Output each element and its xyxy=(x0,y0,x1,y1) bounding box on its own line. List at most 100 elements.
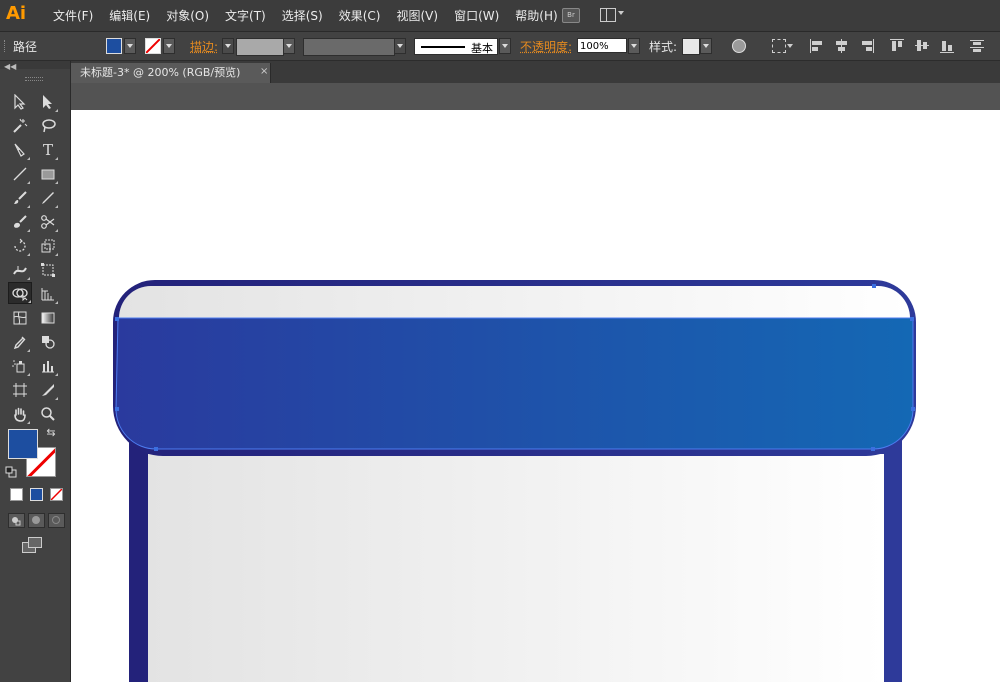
draw-inside-button[interactable] xyxy=(48,513,65,528)
column-graph-tool-icon[interactable] xyxy=(38,356,58,376)
anchor-point[interactable] xyxy=(154,447,158,451)
anchor-point[interactable] xyxy=(872,284,876,288)
opacity-field[interactable]: 100% xyxy=(577,38,627,53)
opacity-label[interactable]: 不透明度: xyxy=(520,38,572,55)
anchor-point[interactable] xyxy=(871,447,875,451)
layout-icon xyxy=(600,8,616,22)
opacity-dropdown[interactable] xyxy=(628,38,640,54)
align-bottom-icon[interactable] xyxy=(940,39,954,53)
shape-builder-tool-icon[interactable] xyxy=(8,282,32,304)
brush-dropdown[interactable] xyxy=(499,38,511,54)
menu-edit[interactable]: 编辑(E) xyxy=(101,7,158,24)
lasso-tool-icon[interactable] xyxy=(38,116,58,136)
align-right-icon[interactable] xyxy=(860,39,874,53)
gradient-mode-button[interactable] xyxy=(30,488,43,501)
scale-tool-icon[interactable] xyxy=(38,236,58,256)
slice-tool-icon[interactable] xyxy=(38,380,58,400)
fill-color-box[interactable] xyxy=(8,429,38,459)
line-segment-tool-icon[interactable] xyxy=(10,164,30,184)
stroke-dropdown[interactable] xyxy=(163,38,175,54)
app-logo: Ai xyxy=(6,3,27,24)
document-tab[interactable]: 未标题-3* @ 200% (RGB/预览) xyxy=(71,63,271,83)
direct-selection-tool-icon[interactable] xyxy=(38,92,58,112)
eyedropper-tool-icon[interactable] xyxy=(10,332,30,352)
control-bar-grip[interactable] xyxy=(4,40,7,52)
scissors-tool-icon[interactable] xyxy=(38,212,58,232)
symbol-sprayer-tool-icon[interactable] xyxy=(10,356,30,376)
lid-blue-band[interactable] xyxy=(115,318,914,450)
pasteboard xyxy=(71,83,1000,110)
menu-view[interactable]: 视图(V) xyxy=(388,7,446,24)
menu-help[interactable]: 帮助(H) xyxy=(507,7,565,24)
menu-effect[interactable]: 效果(C) xyxy=(331,7,389,24)
width-tool-icon[interactable] xyxy=(10,260,30,280)
hand-tool-icon[interactable] xyxy=(10,404,30,424)
document-tab-title: 未标题-3* @ 200% (RGB/预览) xyxy=(80,66,241,79)
color-mode-button[interactable] xyxy=(10,488,23,501)
perspective-grid-tool-icon[interactable] xyxy=(38,284,58,304)
brush-name: 基本 xyxy=(471,42,493,55)
variable-width-profile[interactable] xyxy=(303,38,395,56)
selection-tool-icon[interactable] xyxy=(10,92,30,112)
collapse-panel-icon[interactable]: ◀◀ xyxy=(4,62,16,71)
menu-select[interactable]: 选择(S) xyxy=(274,7,331,24)
align-horizontal-center-icon[interactable] xyxy=(835,39,849,53)
anchor-point[interactable] xyxy=(115,407,119,411)
artwork-svg xyxy=(113,280,916,682)
artboard-canvas[interactable] xyxy=(71,110,1000,682)
menu-type[interactable]: 文字(T) xyxy=(217,7,274,24)
stroke-weight-field[interactable] xyxy=(236,38,284,56)
variable-width-dropdown[interactable] xyxy=(394,38,406,54)
stroke-label[interactable]: 描边: xyxy=(190,38,218,55)
menu-bar: Ai 文件(F) 编辑(E) 对象(O) 文字(T) 选择(S) 效果(C) 视… xyxy=(0,0,1000,32)
pen-tool-icon[interactable] xyxy=(10,140,30,160)
stroke-swatch[interactable] xyxy=(145,38,161,54)
mesh-tool-icon[interactable] xyxy=(10,308,30,328)
paintbrush-tool-icon[interactable] xyxy=(10,188,30,208)
tools-panel-grip[interactable] xyxy=(25,77,43,81)
style-dropdown[interactable] xyxy=(700,38,712,54)
blend-tool-icon[interactable] xyxy=(38,332,58,352)
draw-behind-button[interactable] xyxy=(28,513,45,528)
type-tool-icon[interactable]: T xyxy=(38,140,58,160)
artboard-tool-icon[interactable] xyxy=(10,380,30,400)
menu-window[interactable]: 窗口(W) xyxy=(446,7,507,24)
box-body-fill[interactable] xyxy=(148,454,884,682)
anchor-point[interactable] xyxy=(910,317,914,321)
document-tab-bar: 未标题-3* @ 200% (RGB/预览) xyxy=(71,61,1000,83)
magic-wand-tool-icon[interactable] xyxy=(10,116,30,136)
workspace-layout-button[interactable] xyxy=(600,8,626,22)
align-left-icon[interactable] xyxy=(810,39,824,53)
zoom-tool-icon[interactable] xyxy=(38,404,58,424)
none-mode-button[interactable] xyxy=(50,488,63,501)
menu-file[interactable]: 文件(F) xyxy=(45,7,101,24)
rectangle-tool-icon[interactable] xyxy=(38,164,58,184)
free-transform-tool-icon[interactable] xyxy=(38,260,58,280)
distribute-top-icon[interactable] xyxy=(970,39,984,53)
stroke-weight-dropdown[interactable] xyxy=(283,38,295,54)
swap-fill-stroke-icon[interactable]: ⇆ xyxy=(44,425,58,439)
close-tab-icon[interactable]: × xyxy=(260,66,268,77)
anchor-point[interactable] xyxy=(115,317,119,321)
stroke-weight-stepper[interactable] xyxy=(222,38,234,54)
bridge-button[interactable]: Br xyxy=(562,8,580,23)
draw-normal-button[interactable] xyxy=(8,513,25,528)
blob-brush-tool-icon[interactable] xyxy=(10,212,30,232)
default-fill-stroke-icon[interactable] xyxy=(5,466,17,478)
rotate-tool-icon[interactable] xyxy=(10,236,30,256)
screen-mode-button[interactable] xyxy=(22,537,42,553)
pencil-tool-icon[interactable] xyxy=(38,188,58,208)
main-menu: 文件(F) 编辑(E) 对象(O) 文字(T) 选择(S) 效果(C) 视图(V… xyxy=(45,7,566,24)
recolor-artwork-icon[interactable] xyxy=(732,39,746,53)
graphic-style-swatch[interactable] xyxy=(682,38,700,55)
lid-highlight[interactable] xyxy=(119,286,910,320)
brush-definition[interactable]: 基本 xyxy=(414,38,498,55)
gradient-tool-icon[interactable] xyxy=(38,308,58,328)
align-top-icon[interactable] xyxy=(890,39,904,53)
fill-swatch[interactable] xyxy=(106,38,122,54)
align-to-selection-icon[interactable] xyxy=(772,39,793,53)
align-vertical-center-icon[interactable] xyxy=(915,39,929,53)
anchor-point[interactable] xyxy=(911,407,915,411)
fill-dropdown[interactable] xyxy=(124,38,136,54)
menu-object[interactable]: 对象(O) xyxy=(158,7,217,24)
